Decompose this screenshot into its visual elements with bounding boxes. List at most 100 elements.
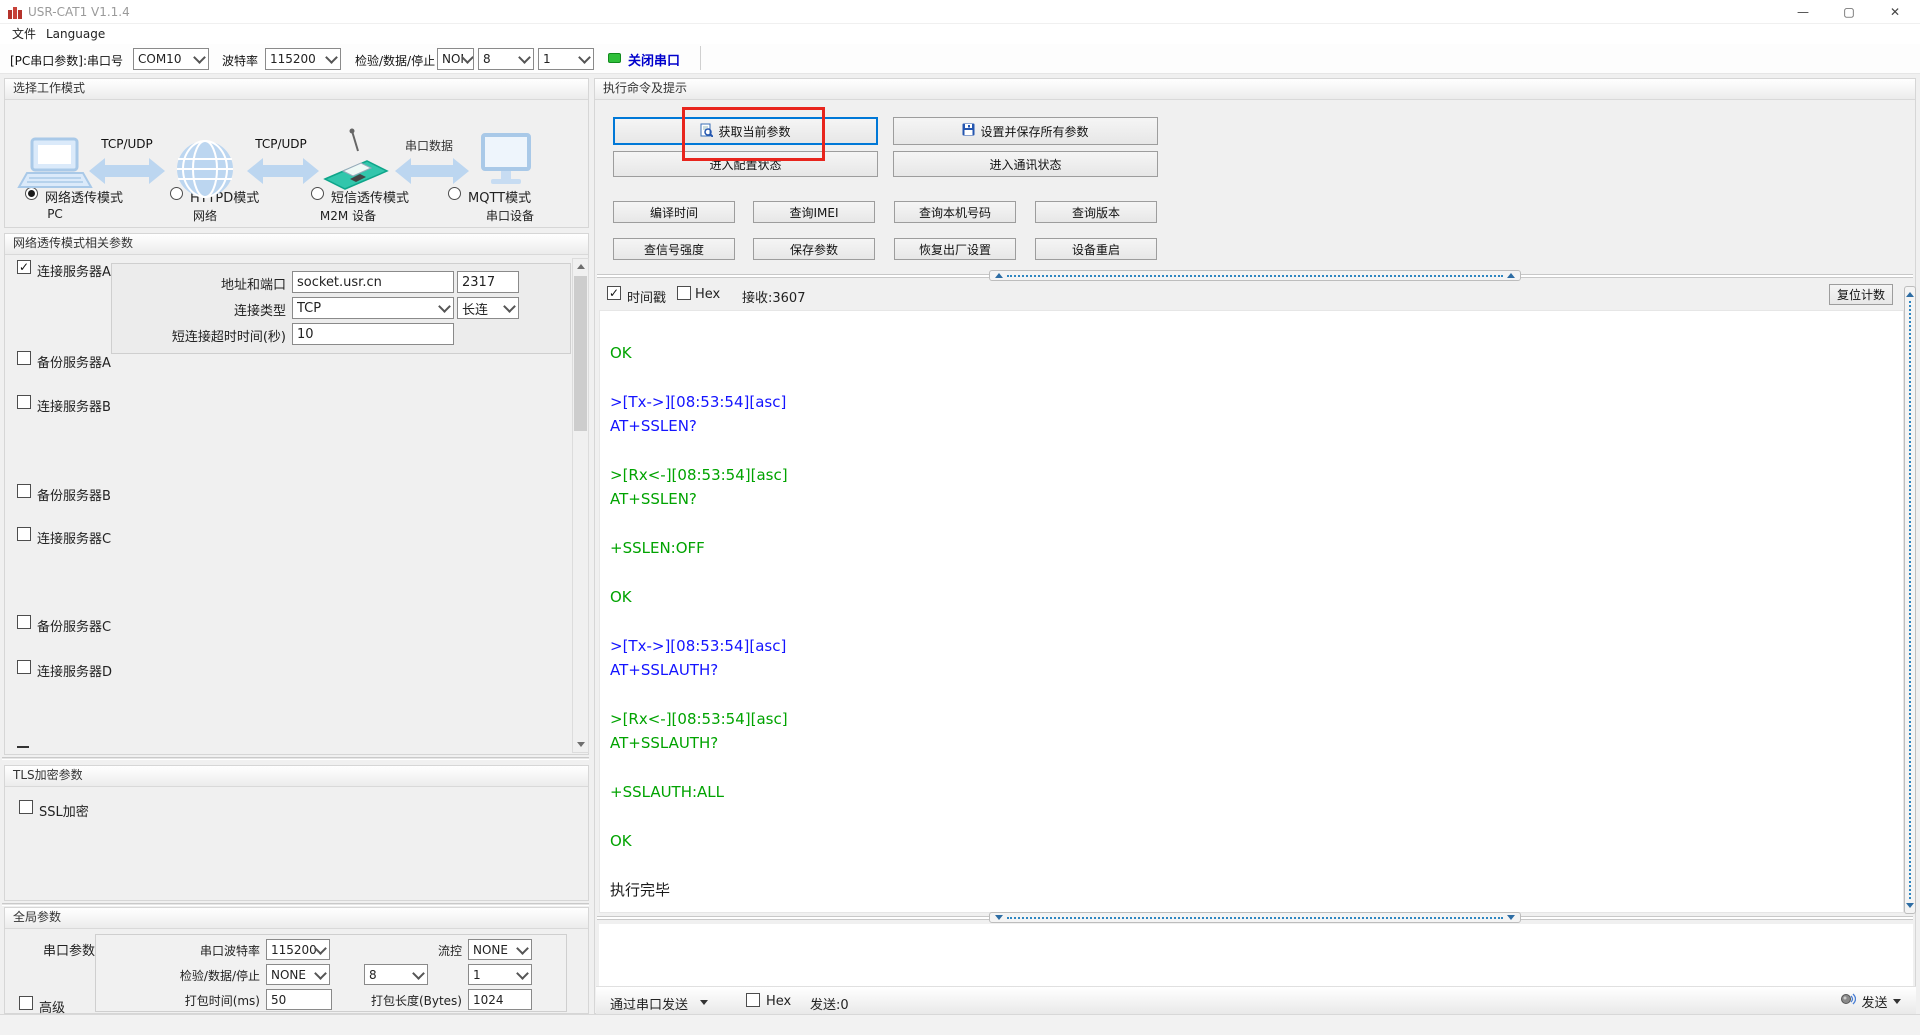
speaker-send-icon [1841,993,1857,1009]
chevron-down-icon [578,51,591,64]
chevron-down-icon [314,966,327,980]
query-signal-button[interactable]: 查信号强度 [613,238,735,260]
send-text-area[interactable] [599,924,1913,986]
set-save-all-params-button[interactable]: 设置并保存所有参数 [893,117,1158,145]
query-version-button[interactable]: 查询版本 [1035,201,1157,223]
node-label-network: 网络 [192,209,217,223]
g-baud-select[interactable]: 115200 [266,939,330,960]
timeout-input[interactable]: 10 [292,323,454,345]
server-a-address-input[interactable]: socket.usr.cn [292,271,454,293]
scrollbar-thumb[interactable] [574,276,587,431]
server-a-panel: 地址和端口 socket.usr.cn 2317 连接类型 TCP 长连 短连接… [111,263,571,354]
log-top-splitter-handle[interactable] [989,270,1521,281]
window-title: USR-CAT1 V1.1.4 [28,5,130,19]
query-imei-button[interactable]: 查询IMEI [753,201,875,223]
close-port-button[interactable]: 关闭串口 [628,50,680,69]
log-line: OK [610,831,632,850]
g-pds-label: 检验/数据/停止 [179,969,260,983]
g-baud-label: 串口波特率 [199,944,260,958]
log-line: AT+SSLEN? [610,490,697,509]
g-flow-select[interactable]: NONE [468,939,532,960]
chevron-down-icon [1892,998,1901,1004]
log-bottom-splitter-handle[interactable] [989,912,1521,923]
save-params-button[interactable]: 保存参数 [753,238,875,260]
device-restart-button[interactable]: 设备重启 [1035,238,1157,260]
factory-reset-button[interactable]: 恢复出厂设置 [894,238,1016,260]
menu-file[interactable]: 文件 [8,26,40,43]
pc-serial-label: [PC串口参数]:串口号 [10,54,124,68]
parity-select[interactable]: NONI [437,48,474,70]
menu-language[interactable]: Language [42,26,109,43]
scroll-up-icon[interactable] [573,259,588,274]
checkbox-server-d[interactable] [17,660,31,674]
databits-select[interactable]: 8 [478,48,534,70]
chevron-down-icon [412,966,425,980]
maximize-button[interactable]: ▢ [1826,0,1872,24]
send-via-serial-button[interactable]: 通过串口发送 [610,994,688,1013]
checkbox-label-rx-hex: Hex [695,287,721,302]
g-databits-select[interactable]: 8 [364,964,428,985]
g-flow-label: 流控 [437,944,462,958]
link-label-tcpudp-1: TCP/UDP [101,137,153,151]
reset-counter-button[interactable]: 复位计数 [1829,284,1893,305]
command-panel-group: 执行命令及提示 获取当前参数 设置并保存所有参数 进入配置状态 进入通讯状态 编… [594,78,1916,1014]
log-right-splitter-handle[interactable] [1904,286,1916,914]
arrow-net-m2m [247,158,319,184]
chevron-down-icon[interactable] [700,1000,708,1005]
query-local-number-button[interactable]: 查询本机号码 [894,201,1016,223]
pc-laptop-icon [17,137,93,188]
chevron-down-icon [314,941,327,955]
stopbits-select[interactable]: 1 [538,48,594,70]
server-a-port-input[interactable]: 2317 [457,271,519,293]
close-button[interactable]: ✕ [1872,0,1918,24]
send-button[interactable]: 发送 [1828,990,1914,1012]
checkbox-tx-hex[interactable] [746,993,760,1007]
log-line: >[Rx<-][08:53:54][asc] [610,465,788,484]
checkbox-timestamp[interactable]: ✓ [607,286,621,300]
global-params-title: 全局参数 [5,908,588,929]
packlen-input[interactable]: 1024 [468,989,532,1010]
checkbox-rx-hex[interactable] [677,286,691,300]
checkbox-label-server-d: 连接服务器D [37,665,113,680]
minimize-button[interactable]: — [1780,0,1826,24]
enter-comm-state-button[interactable]: 进入通讯状态 [893,151,1158,177]
checkbox-server-a[interactable]: ✓ [17,260,31,274]
log-line: >[Tx->][08:53:54][asc] [610,392,787,411]
checkbox-backup-server-c[interactable] [17,615,31,629]
checkbox-ssl[interactable] [19,800,33,814]
checkbox-label-server-c: 连接服务器C [37,532,112,547]
checkbox-backup-server-a[interactable] [17,351,31,365]
com-port-select[interactable]: COM10 [133,48,209,70]
checkbox-advanced[interactable] [19,996,33,1010]
compile-time-button[interactable]: 编译时间 [613,201,735,223]
checkbox-label-timestamp: 时间戳 [627,291,667,306]
tls-title: TLS加密参数 [5,766,588,787]
packtime-input[interactable]: 50 [266,989,332,1010]
chevron-down-icon [516,966,529,980]
log-output[interactable]: OK >[Tx->][08:53:54][asc] AT+SSLEN? >[Rx<-]… [599,310,1904,913]
log-line: +SSLEN:OFF [610,539,705,558]
net-params-scrollbar[interactable] [572,258,589,753]
g-stopbits-select[interactable]: 1 [468,964,532,985]
baud-select[interactable]: 115200 [265,48,341,70]
checkbox-server-c[interactable] [17,527,31,541]
checkbox-backup-server-b[interactable] [17,484,31,498]
conn-type-select[interactable]: TCP [292,297,454,319]
left-splitter-2[interactable] [2,903,589,906]
g-parity-select[interactable]: NONE [266,964,330,985]
window-footer [0,1014,1920,1035]
port-open-led-icon [608,53,621,63]
scroll-down-icon[interactable] [573,737,588,752]
chevron-down-icon [438,300,451,313]
conn-mode-select[interactable]: 长连 [457,297,519,319]
left-splitter-1[interactable] [2,757,589,760]
checkbox-server-b[interactable] [17,395,31,409]
checkbox-label-backup-b: 备份服务器B [37,489,111,504]
